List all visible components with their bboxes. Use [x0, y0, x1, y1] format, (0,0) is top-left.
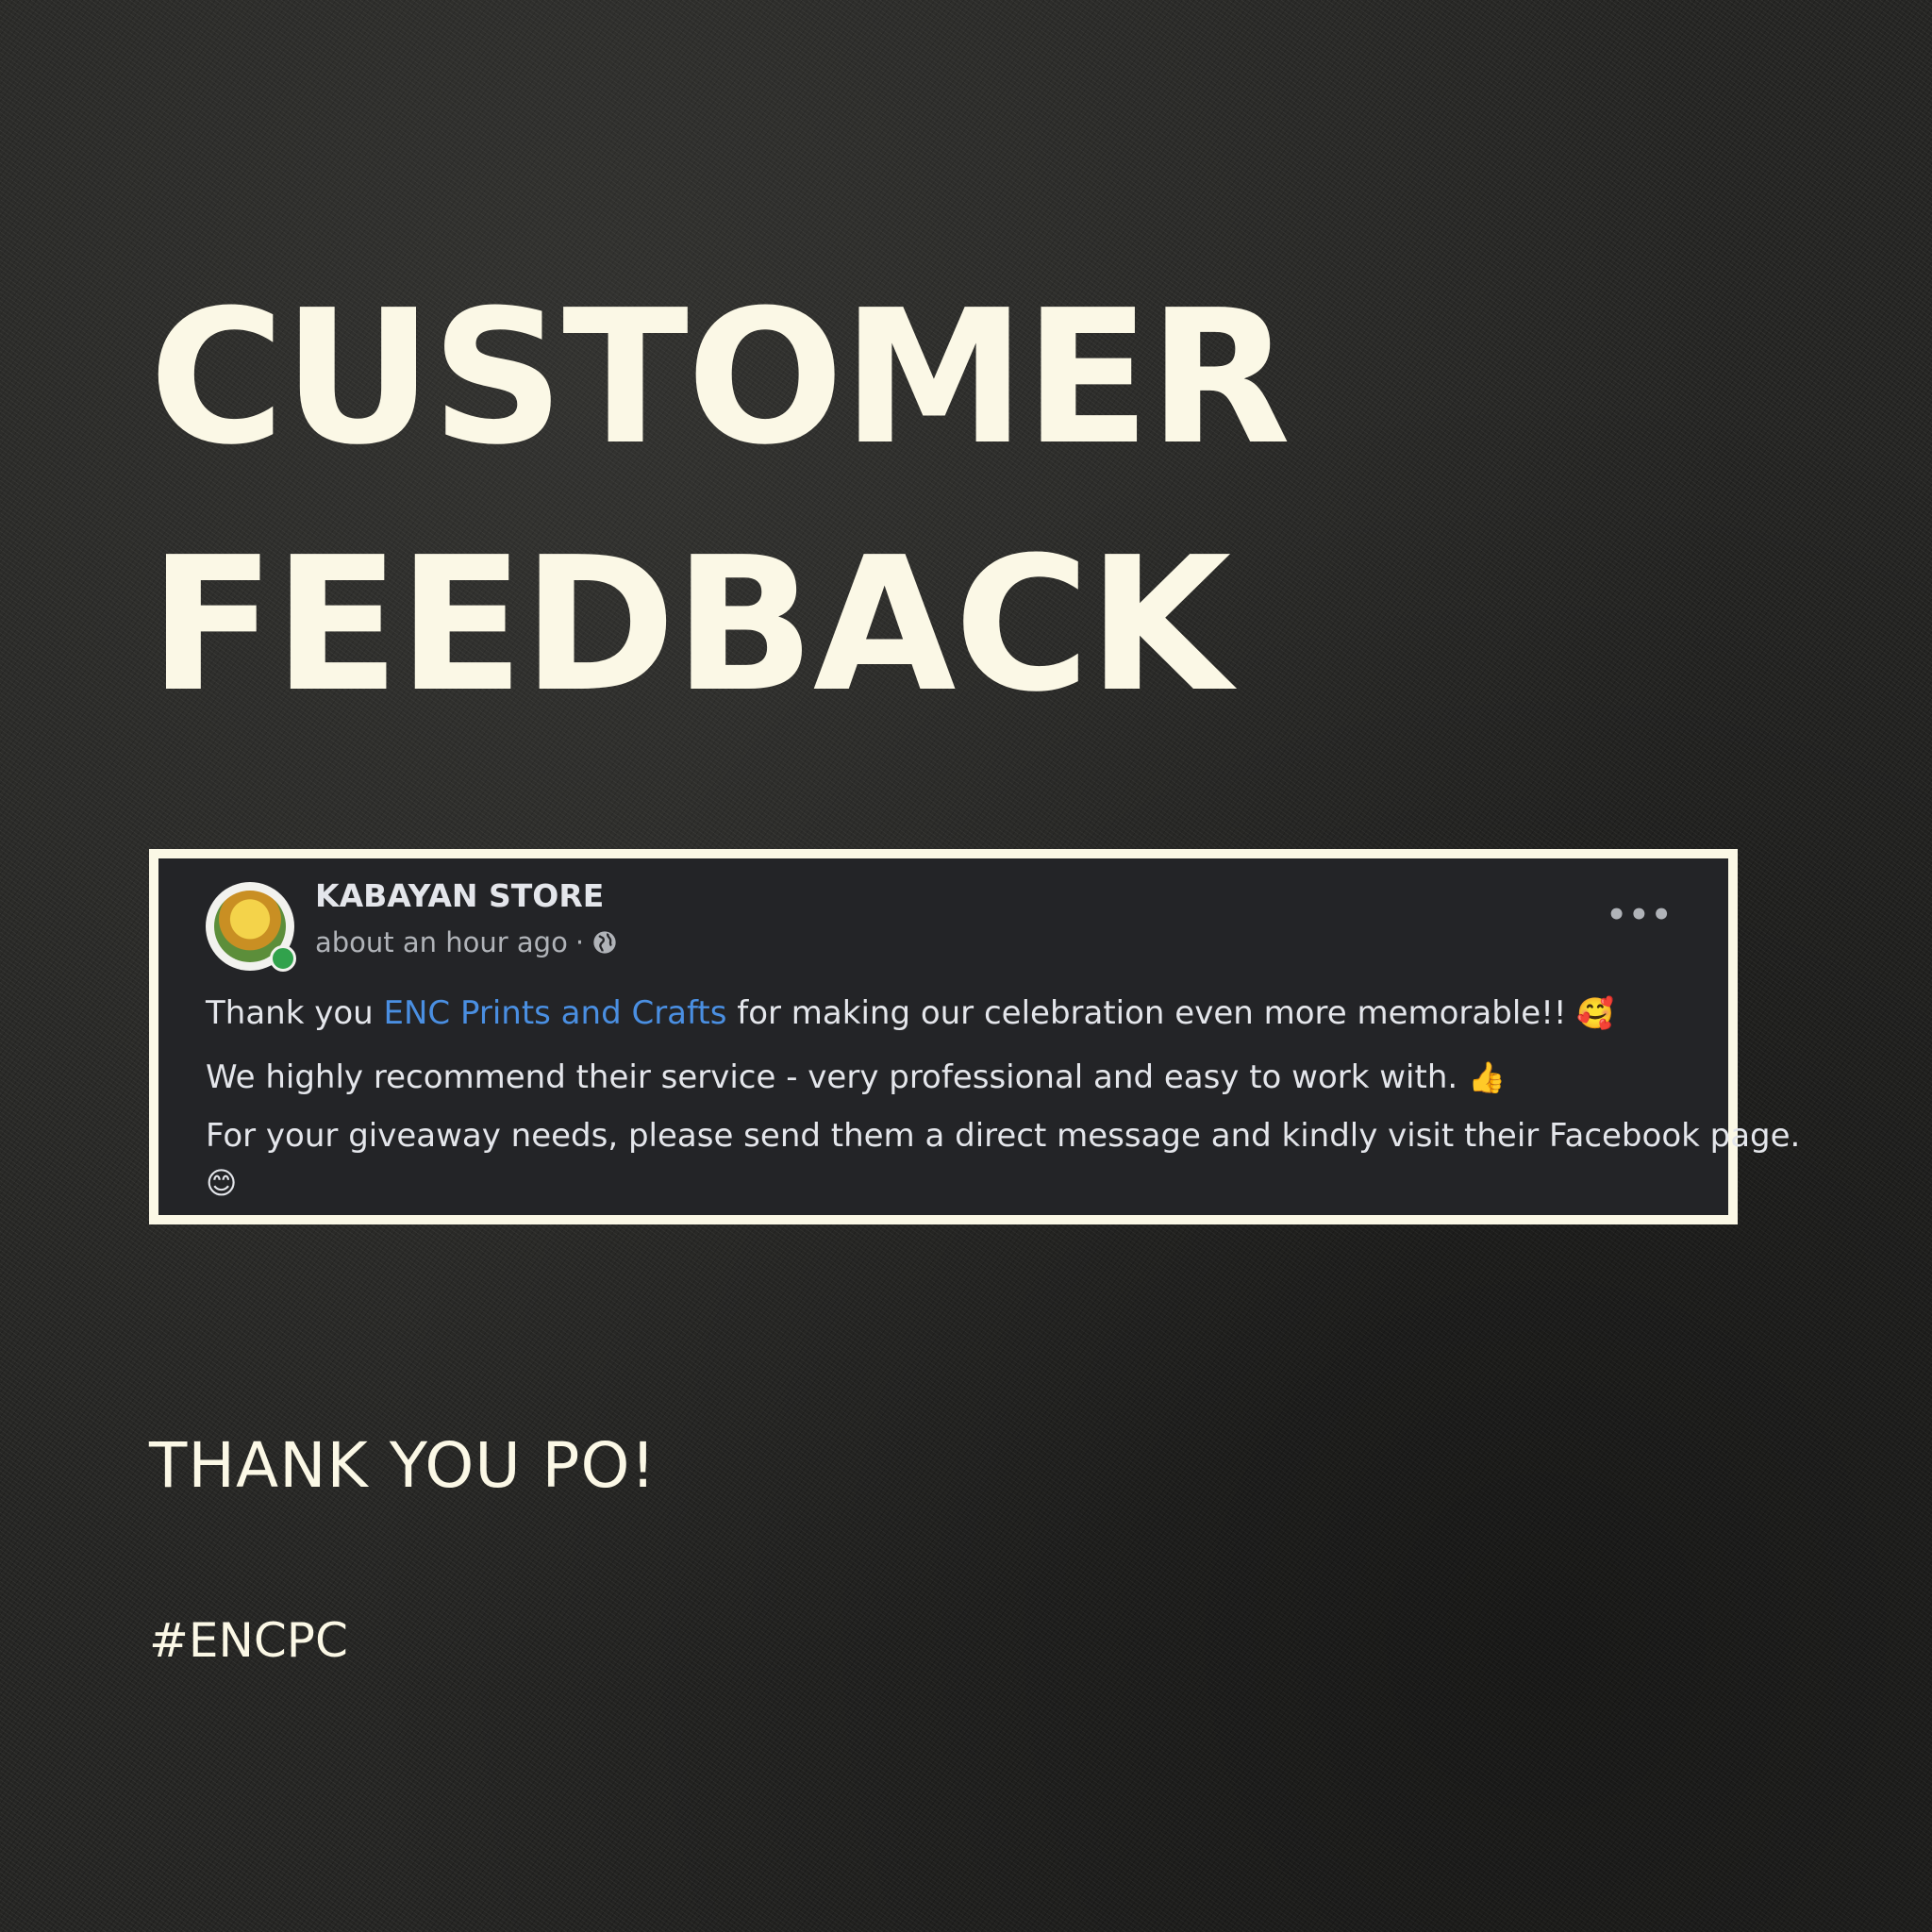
hashtag: #ENCPC — [149, 1613, 348, 1668]
online-status-icon — [270, 945, 296, 972]
globe-icon — [593, 931, 616, 954]
headline-line-1: CUSTOMER — [149, 271, 1291, 486]
post-author[interactable]: KABAYAN STORE — [315, 877, 604, 914]
post-line-2: We highly recommend their service - very… — [206, 1045, 1690, 1109]
post-body: Thank you ENC Prints and Crafts for maki… — [206, 981, 1801, 1204]
more-options-icon[interactable]: ••• — [1607, 896, 1674, 934]
line1-after: for making our celebration even more mem… — [726, 994, 1577, 1032]
facebook-post: KABAYAN STORE about an hour ago · ••• Th… — [158, 858, 1801, 1215]
headline-line-2: FEEDBACK — [149, 518, 1231, 733]
smiling-face-emoji: 😊 — [206, 1165, 238, 1201]
post-meta: about an hour ago · — [315, 926, 618, 958]
post-screenshot-frame: KABAYAN STORE about an hour ago · ••• Th… — [149, 849, 1801, 1224]
post-line-1: Thank you ENC Prints and Crafts for maki… — [206, 981, 1690, 1045]
smiling-hearts-emoji: 🥰 — [1576, 995, 1615, 1031]
mention-link[interactable]: ENC Prints and Crafts — [383, 994, 726, 1032]
meta-separator: · — [575, 926, 585, 958]
post-time[interactable]: about an hour ago — [315, 926, 568, 958]
headline: CUSTOMER FEEDBACK — [149, 255, 1291, 749]
thank-you-text: THANK YOU PO! — [149, 1429, 657, 1502]
line1-before: Thank you — [206, 994, 384, 1032]
thumbs-up-emoji: 👍 — [1468, 1059, 1506, 1095]
post-line-3: For your giveaway needs, please send the… — [206, 1117, 1801, 1155]
line2-text: We highly recommend their service - very… — [206, 1058, 1469, 1096]
post-line-4: 😊 — [206, 1162, 1690, 1204]
